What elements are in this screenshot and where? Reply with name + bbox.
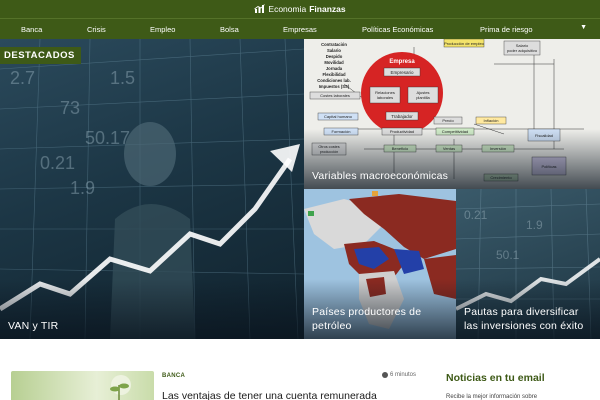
svg-text:2.7: 2.7 <box>10 68 35 88</box>
nav-item-banca[interactable]: Banca <box>21 19 42 40</box>
card-title: Países productores de petróleo <box>312 306 422 332</box>
svg-text:50.1: 50.1 <box>496 248 520 262</box>
featured-section: 2.7 73 0.21 50.17 1.5 1.9 VAN y TIR DESTACAD… <box>0 39 600 339</box>
svg-text:Salario: Salario <box>327 48 341 53</box>
newsletter-heading: Noticias en tu email <box>446 372 545 384</box>
svg-text:0.21: 0.21 <box>464 208 488 222</box>
nav-item-crisis[interactable]: Crisis <box>87 19 106 40</box>
svg-text:poder adquisitivo: poder adquisitivo <box>507 48 538 53</box>
article-title[interactable]: Las ventajas de tener una cuenta remuner… <box>162 390 432 400</box>
svg-text:Empresario: Empresario <box>390 70 414 75</box>
site-logo[interactable]: Economia Finanzas <box>254 4 346 14</box>
svg-text:Contratación: Contratación <box>321 42 347 47</box>
featured-card-pautas-diversificar[interactable]: 0.21 1.9 50.1 Pautas para diversificar las… <box>456 189 600 339</box>
svg-text:Condiciones lab.: Condiciones lab. <box>317 78 351 83</box>
svg-text:1.5: 1.5 <box>110 68 135 88</box>
svg-text:Producción de empleo: Producción de empleo <box>444 41 485 46</box>
featured-card-paises-petroleo[interactable]: Países productores de petróleo <box>304 189 456 339</box>
latest-articles-section: BANCA 6 minutos Las ventajas de tener un… <box>0 339 600 400</box>
svg-text:50.17: 50.17 <box>85 128 130 148</box>
nav-item-empresas[interactable]: Empresas <box>283 19 317 40</box>
card-title: Variables macroeconómicas <box>312 170 449 182</box>
clock-icon <box>382 372 388 378</box>
svg-text:1.9: 1.9 <box>70 178 95 198</box>
svg-text:Impuestos (SS): Impuestos (SS) <box>319 84 350 89</box>
article-read-time: 6 minutos <box>382 372 416 378</box>
card-title: Pautas para diversificar las inversiones… <box>464 306 584 332</box>
svg-text:Capital humano: Capital humano <box>324 114 353 119</box>
card-title: VAN y TIR <box>8 320 59 332</box>
featured-badge: DESTACADOS <box>0 47 81 64</box>
chevron-down-icon[interactable]: ▼ <box>580 24 587 31</box>
svg-text:Despido: Despido <box>326 54 343 59</box>
svg-text:Trabajador: Trabajador <box>391 114 413 119</box>
nav-item-bolsa[interactable]: Bolsa <box>220 19 239 40</box>
article-category[interactable]: BANCA <box>162 373 185 379</box>
svg-text:Costes laborales: Costes laborales <box>320 93 350 98</box>
newsletter-text: Recibe la mejor información sobre <box>446 394 538 400</box>
svg-text:plantilla: plantilla <box>416 95 430 100</box>
svg-text:laborales: laborales <box>377 95 393 100</box>
svg-text:0.21: 0.21 <box>40 153 75 173</box>
svg-text:Flexibilidad: Flexibilidad <box>322 72 345 77</box>
nav-item-empleo[interactable]: Empleo <box>150 19 175 40</box>
nav-item-prima-de-riesgo[interactable]: Prima de riesgo <box>480 19 533 40</box>
brand-name-part1: Economia <box>268 4 307 14</box>
nav-item-politicas-economicas[interactable]: Políticas Económicas <box>362 19 433 40</box>
svg-text:Inflación: Inflación <box>484 118 499 123</box>
brand-name-part2: Finanzas <box>309 4 346 14</box>
svg-text:Jornada: Jornada <box>326 66 343 71</box>
svg-text:Precio: Precio <box>442 118 454 123</box>
article-thumbnail[interactable] <box>11 371 154 400</box>
svg-text:Movilidad: Movilidad <box>324 60 344 65</box>
main-nav: Banca Crisis Empleo Bolsa Empresas Polít… <box>0 18 600 39</box>
featured-card-van-tir[interactable]: 2.7 73 0.21 50.17 1.5 1.9 VAN y TIR <box>0 39 304 339</box>
plant-image <box>110 375 131 400</box>
read-time-text: 6 minutos <box>390 372 417 378</box>
svg-text:1.9: 1.9 <box>526 218 543 232</box>
svg-text:Empresa: Empresa <box>389 59 415 65</box>
site-header: Economia Finanzas <box>0 0 600 18</box>
svg-text:73: 73 <box>60 98 80 118</box>
featured-card-variables-macro[interactable]: Empresa Empresario Relaciones laborales … <box>304 39 600 189</box>
chart-logo-icon <box>254 4 266 13</box>
